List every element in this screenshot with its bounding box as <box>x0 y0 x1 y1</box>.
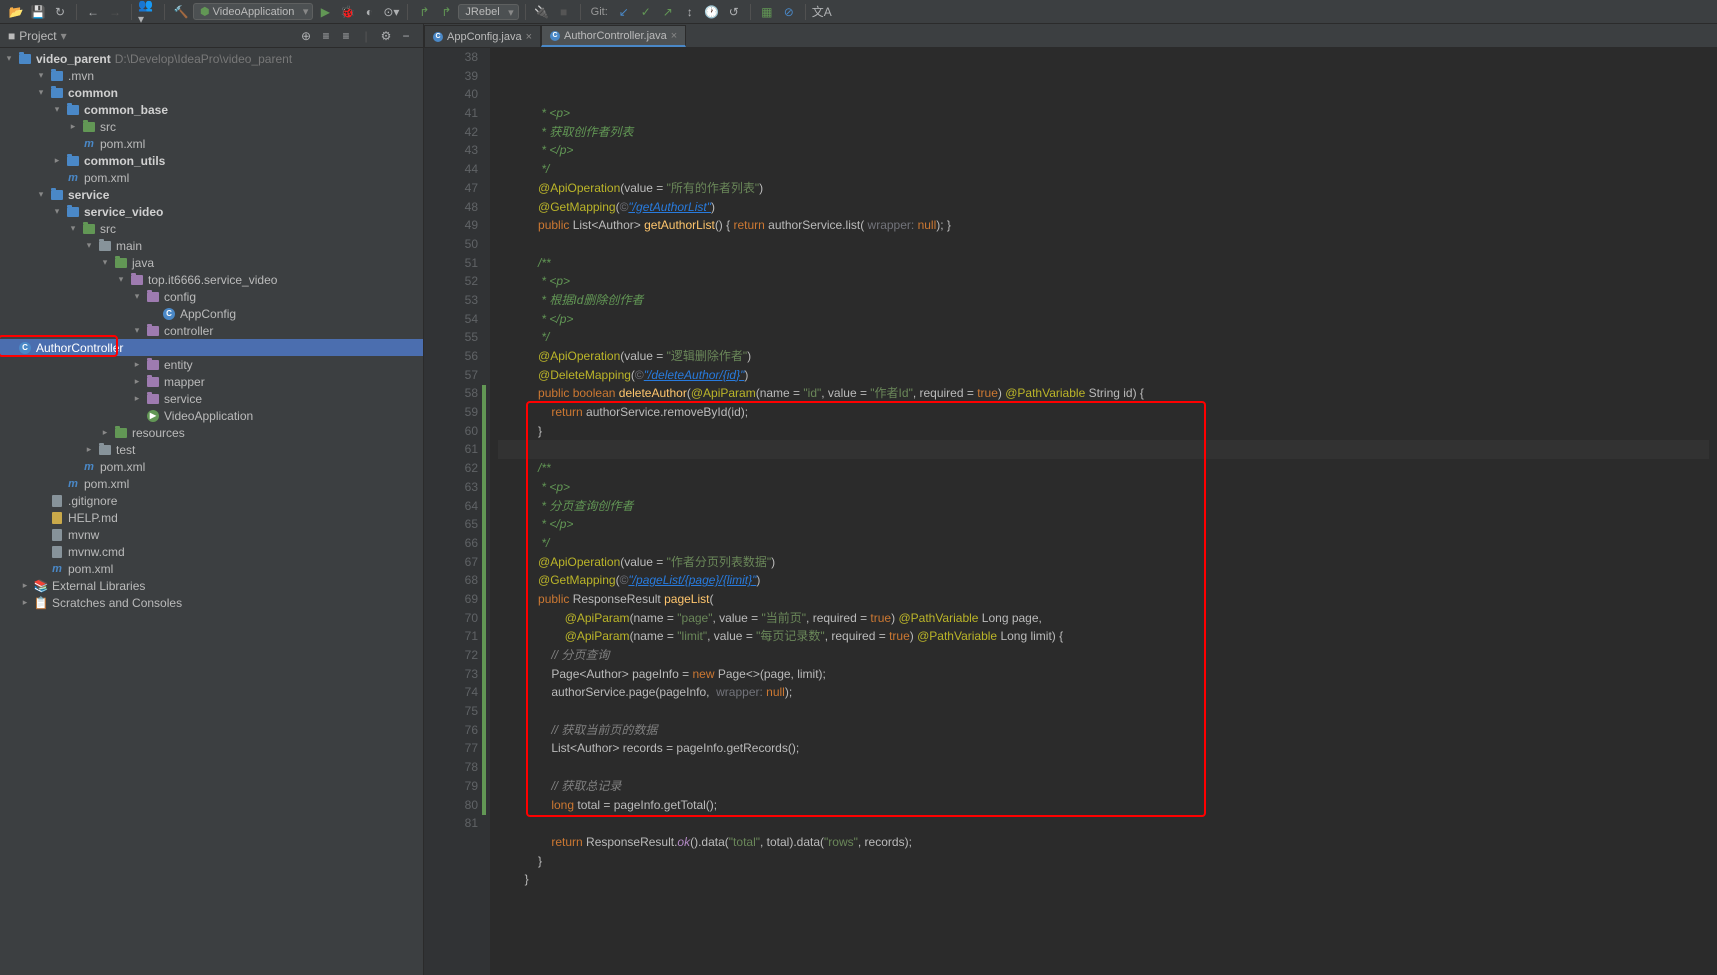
tree-item[interactable]: ▾common <box>0 84 423 101</box>
tree-item[interactable]: CAuthorController <box>0 339 423 356</box>
run-icon[interactable]: ▶ <box>315 2 335 22</box>
tree-item[interactable]: ▾.mvn <box>0 67 423 84</box>
open-icon[interactable]: 📂 <box>6 2 26 22</box>
tab-close-icon[interactable]: × <box>671 30 677 42</box>
tree-item[interactable]: ▸📚External Libraries <box>0 577 423 594</box>
settings-icon[interactable]: ⚙ <box>377 27 395 45</box>
git-commit-icon[interactable]: ✓ <box>636 2 656 22</box>
save-icon[interactable]: 💾 <box>28 2 48 22</box>
editor-tab[interactable]: CAuthorController.java× <box>541 25 686 47</box>
forward-icon[interactable]: → <box>105 2 125 22</box>
sidebar-header: ■ Project ▾ ⊕ ≡ ≡ | ⚙ − <box>0 24 423 48</box>
tree-item[interactable]: mpom.xml <box>0 135 423 152</box>
jrebel-debug-icon[interactable]: ↱ <box>436 2 456 22</box>
attach-icon[interactable]: 🔌 <box>532 2 552 22</box>
tree-item[interactable]: mpom.xml <box>0 560 423 577</box>
tree-item[interactable]: ▸entity <box>0 356 423 373</box>
project-sidebar: ■ Project ▾ ⊕ ≡ ≡ | ⚙ − ▾ video_parent D… <box>0 24 424 975</box>
translate-icon[interactable]: 文A <box>812 2 832 22</box>
tree-item[interactable]: ▾controller <box>0 322 423 339</box>
git-rollback-icon[interactable]: ↺ <box>724 2 744 22</box>
project-tree[interactable]: ▾ video_parent D:\Develop\IdeaPro\video_… <box>0 48 423 975</box>
profile-icon[interactable]: ⊙▾ <box>381 2 401 22</box>
tree-root[interactable]: ▾ video_parent D:\Develop\IdeaPro\video_… <box>0 50 423 67</box>
tree-item[interactable]: ▾java <box>0 254 423 271</box>
stop-icon[interactable]: ■ <box>554 2 574 22</box>
git-label: Git: <box>591 6 608 18</box>
git-push-icon[interactable]: ↗ <box>658 2 678 22</box>
tree-item[interactable]: mvnw <box>0 526 423 543</box>
tree-item[interactable]: ▸mapper <box>0 373 423 390</box>
git-compare-icon[interactable]: ↕ <box>680 2 700 22</box>
tab-close-icon[interactable]: × <box>526 31 532 43</box>
tree-item[interactable]: mvnw.cmd <box>0 543 423 560</box>
line-gutter: 3839404142434447484950515253545556575859… <box>424 48 490 975</box>
sidebar-title[interactable]: ■ Project ▾ <box>8 29 67 43</box>
tree-item[interactable]: ▾top.it6666.service_video <box>0 271 423 288</box>
tree-item[interactable]: ▾main <box>0 237 423 254</box>
build-icon[interactable]: 🔨 <box>171 2 191 22</box>
tree-item[interactable]: ▸📋Scratches and Consoles <box>0 594 423 611</box>
tree-item[interactable]: mpom.xml <box>0 475 423 492</box>
tree-item[interactable]: ▾common_base <box>0 101 423 118</box>
tree-item[interactable]: ▾service <box>0 186 423 203</box>
tree-item[interactable]: ▸src <box>0 118 423 135</box>
tool1-icon[interactable]: ▦ <box>757 2 777 22</box>
editor-area: CAppConfig.java×CAuthorController.java× … <box>424 24 1717 975</box>
tree-item[interactable]: ▾src <box>0 220 423 237</box>
tree-item[interactable]: ▸common_utils <box>0 152 423 169</box>
git-history-icon[interactable]: 🕐 <box>702 2 722 22</box>
git-update-icon[interactable]: ↙ <box>614 2 634 22</box>
hide-icon[interactable]: − <box>397 27 415 45</box>
coverage-icon[interactable]: ◐ <box>359 2 379 22</box>
tree-item[interactable]: .gitignore <box>0 492 423 509</box>
tool2-icon[interactable]: ⊘ <box>779 2 799 22</box>
tree-item[interactable]: ▸service <box>0 390 423 407</box>
refresh-icon[interactable]: ↻ <box>50 2 70 22</box>
back-icon[interactable]: ← <box>83 2 103 22</box>
expand-all-icon[interactable]: ≡ <box>317 27 335 45</box>
main-toolbar: 📂 💾 ↻ ← → 👥▾ 🔨 ⬢ VideoApplication ▶ 🐞 ◐ … <box>0 0 1717 24</box>
divider-icon: | <box>357 27 375 45</box>
editor-tab[interactable]: CAppConfig.java× <box>424 25 541 47</box>
tree-item[interactable]: ▸test <box>0 441 423 458</box>
collapse-all-icon[interactable]: ≡ <box>337 27 355 45</box>
code-content[interactable]: * <p> * 获取创作者列表 * </p> */ @ApiOperation(… <box>490 48 1717 975</box>
tree-item[interactable]: ▾service_video <box>0 203 423 220</box>
jrebel-run-icon[interactable]: ↱ <box>414 2 434 22</box>
tree-item[interactable]: ▸resources <box>0 424 423 441</box>
debug-icon[interactable]: 🐞 <box>337 2 357 22</box>
tree-item[interactable]: ▾config <box>0 288 423 305</box>
select-opened-icon[interactable]: ⊕ <box>297 27 315 45</box>
tree-item[interactable]: ▶VideoApplication <box>0 407 423 424</box>
tree-item[interactable]: mpom.xml <box>0 458 423 475</box>
tree-item[interactable]: mpom.xml <box>0 169 423 186</box>
tree-item[interactable]: CAppConfig <box>0 305 423 322</box>
edit-marker <box>482 385 486 815</box>
editor-tabs: CAppConfig.java×CAuthorController.java× <box>424 24 1717 48</box>
code-editor[interactable]: 3839404142434447484950515253545556575859… <box>424 48 1717 975</box>
run-config-select[interactable]: ⬢ VideoApplication <box>193 3 313 20</box>
tree-item[interactable]: HELP.md <box>0 509 423 526</box>
jrebel-select[interactable]: JRebel <box>458 4 518 20</box>
vcs-icon[interactable]: 👥▾ <box>138 2 158 22</box>
